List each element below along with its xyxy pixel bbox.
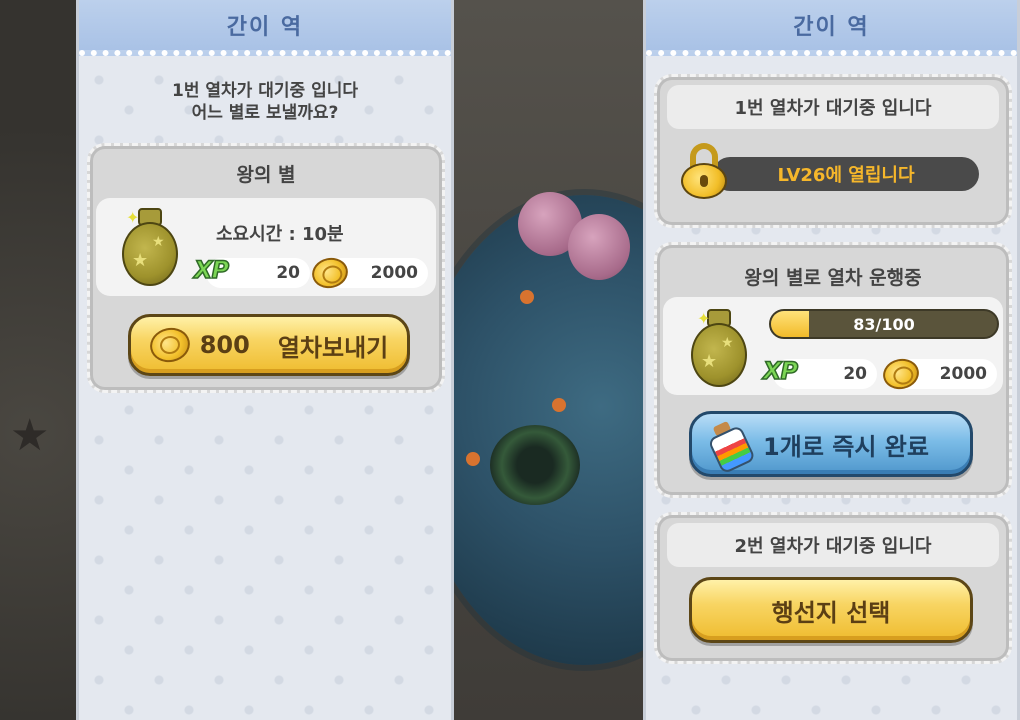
xp-icon: XP	[193, 255, 230, 285]
star-decoration-icon: ★	[10, 410, 50, 461]
panel-title: 간이 역	[226, 15, 304, 40]
running-info-box: ★ ★ ✦ 83/100 20 XP 2000	[663, 297, 1003, 395]
xp-value: 20	[276, 263, 300, 283]
select-destination-label: 행선지 선택	[771, 598, 891, 627]
send-train-button[interactable]: 800 열차보내기	[128, 314, 410, 376]
flower	[466, 452, 480, 466]
destination-card: 왕의 별 ★ ★ ✦ 소요시간 : 10분 20 XP 2000 800 열차보…	[87, 143, 445, 393]
game-background-left: ★	[0, 0, 76, 720]
prompt-text: 1번 열차가 대기중 입니다 어느 별로 보낼까요?	[79, 80, 451, 124]
trip-progress-text: 83/100	[853, 314, 915, 334]
panel-header: 간이 역	[79, 0, 451, 56]
slot-2-status: 왕의 별로 열차 운행중	[744, 267, 922, 289]
station-panel-left: 간이 역 1번 열차가 대기중 입니다 어느 별로 보낼까요? 왕의 별 ★ ★…	[76, 0, 454, 720]
sparkle-icon: ✦	[697, 309, 711, 328]
xp-icon: XP	[762, 356, 799, 386]
coin-value: 2000	[370, 263, 418, 283]
potion-icon	[702, 416, 759, 476]
instant-complete-label: 1개로 즉시 완료	[763, 432, 929, 461]
reward-box: ★ ★ ✦ 소요시간 : 10분 20 XP 2000	[96, 198, 436, 296]
train-slot-3-card: 2번 열차가 대기중 입니다 행선지 선택	[654, 512, 1012, 664]
flower	[552, 398, 566, 412]
slot-3-status: 2번 열차가 대기중 입니다	[667, 523, 999, 567]
lock-icon	[681, 143, 727, 199]
train-slot-2-card: 왕의 별로 열차 운행중 ★ ★ ✦ 83/100 20 XP 2000 1개로…	[654, 242, 1012, 498]
slot-1-status: 1번 열차가 대기중 입니다	[667, 85, 999, 129]
select-destination-button[interactable]: 행선지 선택	[689, 577, 973, 643]
panel-title: 간이 역	[793, 15, 870, 40]
lock-message-bar: LV26에 열립니다	[713, 157, 979, 191]
coin-value: 2000	[939, 364, 987, 384]
sparkle-icon: ✦	[126, 208, 140, 227]
xp-value: 20	[843, 364, 867, 384]
destination-name: 왕의 별	[236, 164, 296, 186]
prompt-line-1: 1번 열차가 대기중 입니다	[172, 81, 358, 101]
instant-complete-button[interactable]: 1개로 즉시 완료	[689, 411, 973, 477]
trip-progress-bar: 83/100	[769, 309, 999, 339]
travel-time: 소요시간 : 10분	[216, 224, 344, 245]
prompt-line-2: 어느 별로 보낼까요?	[191, 103, 339, 123]
lock-message: LV26에 열립니다	[777, 165, 915, 186]
send-label: 열차보내기	[277, 333, 389, 362]
panel-header: 간이 역	[646, 0, 1017, 56]
send-cost: 800	[199, 331, 250, 359]
tree	[568, 214, 630, 280]
station-panel-right: 간이 역 1번 열차가 대기중 입니다 LV26에 열립니다 왕의 별로 열차 …	[643, 0, 1020, 720]
train-slot-1-card: 1번 열차가 대기중 입니다 LV26에 열립니다	[654, 74, 1012, 228]
coin-icon	[146, 324, 193, 366]
crater	[490, 425, 580, 505]
flower	[520, 290, 534, 304]
game-scene-planet[interactable]	[454, 0, 644, 720]
